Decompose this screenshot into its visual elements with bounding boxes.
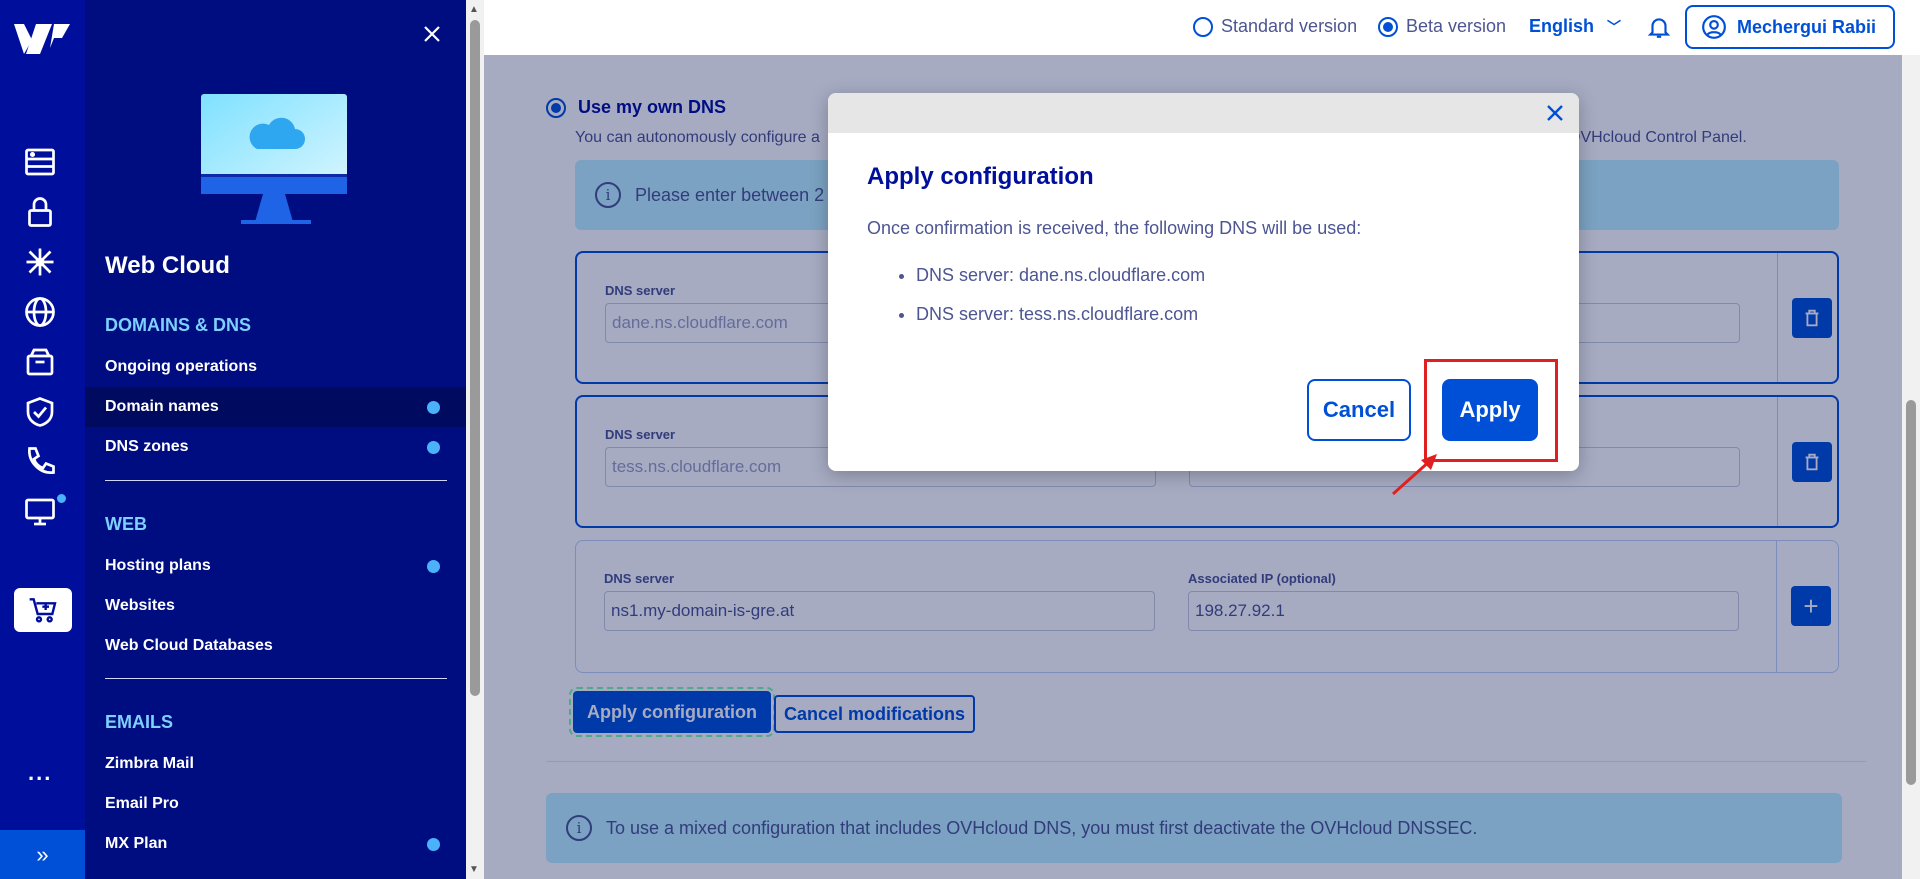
close-icon[interactable] [1543,101,1567,125]
nav-item-label: Web Cloud Databases [105,637,273,654]
main-scrollbar[interactable] [1902,55,1920,879]
beta-version-option[interactable]: Beta version [1378,16,1506,37]
nav-item-websites[interactable]: Websites [85,586,466,626]
nav-item-label: Zimbra Mail [105,755,194,772]
ovh-logo-icon[interactable] [10,18,74,60]
cancel-button[interactable]: Cancel [1307,379,1411,441]
scroll-up-icon[interactable]: ▲ [469,4,479,15]
radio-label: Beta version [1406,16,1507,36]
status-dot [427,441,440,454]
nav-item-label: DNS zones [105,438,189,455]
user-name: Mechergui Rabii [1737,16,1877,37]
close-icon[interactable] [420,22,444,46]
chevron-down-icon: ﹀ [1607,19,1622,35]
highlight-box [1424,359,1558,462]
nav-item-domain-names[interactable]: Domain names [85,387,466,427]
status-dot [427,401,440,414]
nav-item-zimbra-mail[interactable]: Zimbra Mail [85,744,466,784]
cart-plus-icon [29,598,57,623]
list-item: DNS server: tess.ns.cloudflare.com [916,304,1205,325]
divider [105,678,447,679]
section-web: WEB [105,514,147,534]
section-domains-dns: DOMAINS & DNS [105,315,252,335]
scroll-down-icon[interactable]: ▼ [469,864,479,875]
user-icon [1702,15,1726,39]
radio-label: Standard version [1221,16,1358,36]
user-account-button[interactable]: Mechergui Rabii [1685,5,1895,49]
radio-selected-icon [1378,16,1398,37]
web-cloud-illustration [201,94,347,224]
nav-item-label: Email Pro [105,795,179,812]
box-icon[interactable] [22,344,58,380]
top-bar: Standard version Beta version English ﹀ … [484,0,1920,55]
nav-item-label: Hosting plans [105,557,211,574]
bell-icon[interactable] [1646,14,1672,40]
standard-version-option[interactable]: Standard version [1193,16,1357,37]
divider [105,480,447,481]
globe-icon[interactable] [22,294,58,330]
nav-scrollbar[interactable]: ▲ ▼ [466,0,484,879]
nav-item-label: MX Plan [105,835,168,852]
lock-icon[interactable] [22,194,58,230]
dialog-text: Once confirmation is received, the follo… [867,218,1362,238]
scrollbar-thumb[interactable] [470,20,480,696]
server-icon[interactable] [22,144,58,180]
notification-dot [55,492,68,505]
nav-item-hosting-plans[interactable]: Hosting plans [85,546,466,586]
web-cloud-monitor-icon[interactable] [22,494,58,530]
shield-icon[interactable] [22,394,58,430]
dialog-header [828,93,1579,133]
nav-item-label: Domain names [105,398,219,415]
more-icon[interactable]: ... [28,762,52,784]
arrow-icon [1391,454,1437,496]
scrollbar-thumb[interactable] [1906,400,1916,785]
expand-sidebar-button[interactable]: » [0,830,85,879]
language-label: English [1529,16,1595,36]
network-icon[interactable] [22,244,58,280]
phone-icon[interactable] [22,444,58,480]
panel-title: Web Cloud [105,252,230,279]
list-item: DNS server: dane.ns.cloudflare.com [916,265,1205,286]
nav-item-dns-zones[interactable]: DNS zones [85,427,466,467]
nav-item-mx-plan[interactable]: MX Plan [85,824,466,864]
nav-item-email-pro[interactable]: Email Pro [85,784,466,824]
dialog-title: Apply configuration [867,163,1094,190]
nav-item-ongoing-operations[interactable]: Ongoing operations [85,347,466,387]
navigation-panel: Web Cloud DOMAINS & DNS Ongoing operatio… [85,0,466,879]
status-dot [427,560,440,573]
status-dot [427,838,440,851]
nav-item-label: Ongoing operations [105,358,257,375]
nav-item-label: Websites [105,597,175,614]
add-to-cart-button[interactable] [14,588,72,632]
radio-icon [1193,16,1213,37]
icon-rail: ... » [0,0,85,879]
dns-list: DNS server: dane.ns.cloudflare.com DNS s… [916,265,1205,343]
language-selector[interactable]: English ﹀ [1529,16,1621,37]
section-emails: EMAILS [105,712,174,732]
nav-item-web-cloud-databases[interactable]: Web Cloud Databases [85,626,466,666]
